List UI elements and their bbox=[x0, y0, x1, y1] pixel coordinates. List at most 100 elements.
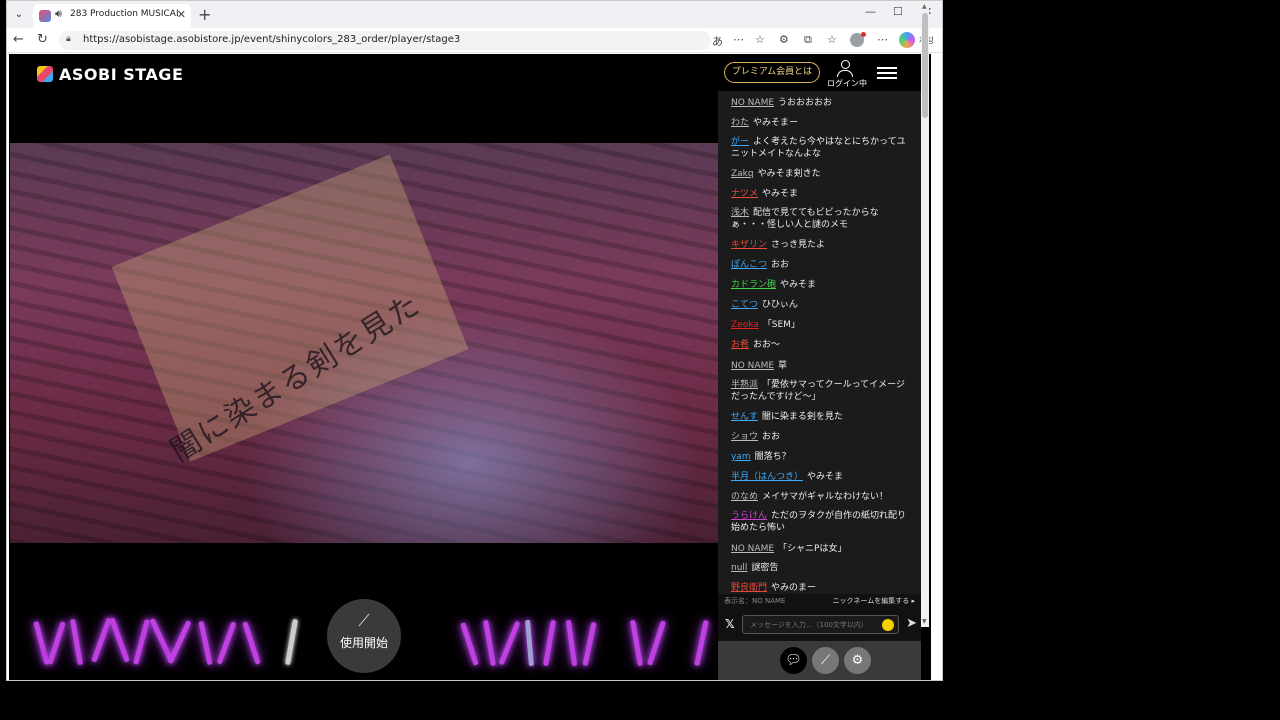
chat-user-name[interactable]: うらけん bbox=[731, 511, 767, 521]
translate-icon[interactable]: あ bbox=[712, 33, 723, 49]
chat-user-name[interactable]: 半熟派 bbox=[731, 380, 758, 390]
chat-toggle-icon[interactable]: 💬︎ bbox=[780, 647, 807, 674]
chat-panel[interactable]: NO NAME うおおおおお わた やみそまー がー よく考えたら今やはなとにちかって… bbox=[718, 91, 921, 643]
reload-icon[interactable]: ↻ bbox=[37, 32, 48, 47]
scroll-down-icon[interactable]: ▼ bbox=[922, 618, 927, 625]
chat-user-name[interactable]: ぽんこつ bbox=[731, 260, 767, 270]
scroll-thumb[interactable] bbox=[922, 13, 928, 118]
chat-message: 半熟派 「愛依サマってクールってイメージだったんですけど〜」 bbox=[731, 380, 905, 402]
chat-message: わた やみそまー bbox=[731, 118, 799, 128]
favorite-star-icon[interactable]: ☆ bbox=[755, 33, 765, 46]
browser-tab[interactable]: 🔊︎ 283 Production MUSICAL Perfo ✕ bbox=[33, 4, 191, 28]
chat-user-name[interactable]: ナツメ bbox=[731, 189, 758, 199]
split-screen-icon[interactable]: ⧉ bbox=[804, 33, 812, 47]
chat-message: ぽんこつ おお bbox=[731, 260, 790, 270]
chat-message: 浅木 配信で見ててもビビったからなぁ・・・怪しい人と謎のメモ bbox=[731, 208, 879, 230]
copilot-icon[interactable] bbox=[899, 32, 915, 48]
penlight-icon: ⟋ bbox=[358, 611, 370, 630]
edit-nickname-link[interactable]: ニックネームを編集する ▸ bbox=[832, 596, 915, 606]
chat-message: カドラン砲 やみそま bbox=[731, 280, 817, 290]
chat-message: null 謎密告 bbox=[731, 563, 779, 573]
chat-message: うらけん ただのヲタクが自作の紙切れ配り始めたら怖い bbox=[731, 511, 907, 533]
chat-user-name[interactable]: null bbox=[731, 563, 747, 573]
chat-message: 半月（はんつき） やみそま bbox=[731, 472, 844, 482]
chat-message: Zeoka 「SEM」 bbox=[731, 320, 800, 330]
favorites-icon[interactable]: ☆ bbox=[827, 33, 837, 46]
site-info-icon[interactable]: 🔒︎ bbox=[66, 34, 71, 44]
chat-user-name[interactable]: NO NAME bbox=[731, 98, 774, 108]
chat-message: キザリン さっき見たよ bbox=[731, 240, 826, 250]
chat-user-name[interactable]: せんす bbox=[731, 412, 758, 422]
new-tab-icon[interactable]: + bbox=[198, 5, 211, 24]
chat-user-name[interactable]: カドラン砲 bbox=[731, 280, 776, 290]
page-scrollbar[interactable]: ▲ ▼ bbox=[921, 1, 929, 627]
login-button[interactable]: ログイン中 bbox=[827, 60, 867, 88]
maximize-icon[interactable]: ☐ bbox=[893, 5, 903, 18]
chat-user-name[interactable]: こてつ bbox=[731, 300, 758, 310]
player-tools-bar: 💬︎ ⟋ ⚙ bbox=[718, 641, 921, 680]
message-placeholder: メッセージを入力...（100文字以内） bbox=[750, 621, 868, 629]
chat-message: NO NAME 「シャニPは女」 bbox=[731, 544, 847, 554]
page-content: ASOBI STAGE プレミアム会員とは ログイン中 闇に染まる剣を見た ⟋ … bbox=[9, 54, 931, 680]
user-icon bbox=[840, 60, 850, 69]
settings-more-icon[interactable]: ⋯ bbox=[877, 33, 888, 46]
chat-message: yam 闇落ち？ bbox=[731, 452, 791, 462]
scroll-up-icon[interactable]: ▲ bbox=[922, 3, 927, 10]
speaker-icon[interactable]: 🔊︎ bbox=[55, 7, 62, 21]
video-player[interactable]: 闇に染まる剣を見た bbox=[10, 143, 718, 543]
address-bar: ← ↻ 🔒︎ https://asobistage.asobistore.jp/… bbox=[7, 28, 942, 53]
chat-message: がー よく考えたら今やはなとにちかってユニットメイトなんよな bbox=[731, 137, 906, 159]
hamburger-menu-icon[interactable] bbox=[877, 67, 897, 79]
emoji-icon[interactable] bbox=[882, 619, 894, 631]
chat-user-name[interactable]: 野良衛門 bbox=[731, 583, 767, 593]
chat-user-name[interactable]: 半月（はんつき） bbox=[731, 472, 803, 482]
penlight-start-label: 使用開始 bbox=[339, 636, 388, 650]
penlight-toggle-icon[interactable]: ⟋ bbox=[812, 647, 839, 674]
chat-user-name[interactable]: キザリン bbox=[731, 240, 767, 250]
chat-input-area: 表示名：NO NAME ニックネームを編集する ▸ 𝕏 メッセージを入力...（… bbox=[718, 594, 921, 641]
chat-message: のなめ メイサマがギャルなわけない！ bbox=[731, 492, 889, 502]
penlight-start-button[interactable]: ⟋ 使用開始 bbox=[327, 599, 401, 673]
chat-user-name[interactable]: わた bbox=[731, 118, 749, 128]
browser-window: ⌄ 🔊︎ 283 Production MUSICAL Perfo ✕ + — … bbox=[6, 0, 943, 681]
chat-message: お肴 おお〜 bbox=[731, 340, 781, 350]
x-share-icon[interactable]: 𝕏 bbox=[725, 617, 735, 631]
chat-message: ショウ おお bbox=[731, 432, 781, 442]
url-text: https://asobistage.asobistore.jp/event/s… bbox=[83, 34, 461, 45]
send-icon[interactable]: ➤ bbox=[906, 616, 917, 631]
nickname-label: 表示名：NO NAME bbox=[724, 597, 786, 605]
chat-user-name[interactable]: Zeoka bbox=[731, 320, 759, 330]
chat-user-name[interactable]: NO NAME bbox=[731, 544, 774, 554]
login-label: ログイン中 bbox=[827, 79, 867, 88]
message-input[interactable]: メッセージを入力...（100文字以内） bbox=[742, 615, 899, 634]
chat-message: せんす 闇に染まる剣を見た bbox=[731, 412, 843, 422]
chat-user-name[interactable]: Zakq bbox=[731, 169, 754, 179]
settings-gear-icon[interactable]: ⚙ bbox=[844, 647, 871, 674]
url-field[interactable]: 🔒︎ https://asobistage.asobistore.jp/even… bbox=[59, 31, 711, 50]
tab-list-dropdown-icon[interactable]: ⌄ bbox=[11, 7, 27, 23]
tab-bar: ⌄ 🔊︎ 283 Production MUSICAL Perfo ✕ + — … bbox=[7, 1, 942, 28]
chat-message: NO NAME うおおおおお bbox=[731, 98, 833, 108]
chat-message: 野良衛門 やみのまー bbox=[731, 583, 817, 593]
chat-user-name[interactable]: お肴 bbox=[731, 340, 749, 350]
chat-user-name[interactable]: NO NAME bbox=[731, 361, 774, 371]
chat-user-name[interactable]: yam bbox=[731, 452, 751, 462]
back-icon[interactable]: ← bbox=[13, 32, 24, 47]
chat-message: こてつ ひひぃん bbox=[731, 300, 798, 310]
chat-user-name[interactable]: 浅木 bbox=[731, 208, 749, 218]
chat-user-name[interactable]: ショウ bbox=[731, 432, 758, 442]
minimize-icon[interactable]: — bbox=[865, 5, 876, 18]
profile-avatar[interactable] bbox=[850, 32, 866, 47]
premium-button[interactable]: プレミアム会員とは bbox=[724, 62, 820, 83]
favicon-icon bbox=[39, 10, 51, 22]
close-tab-icon[interactable]: ✕ bbox=[177, 8, 186, 21]
chat-message: Zakq やみそま剣きた bbox=[731, 169, 821, 179]
brand-logo[interactable]: ASOBI STAGE bbox=[37, 64, 184, 84]
more-tools-icon[interactable]: ⋯ bbox=[733, 33, 744, 46]
chat-message: ナツメ やみそま bbox=[731, 189, 799, 199]
chat-message: NO NAME 草 bbox=[731, 361, 788, 371]
chat-user-name[interactable]: がー bbox=[731, 137, 749, 147]
brand-name: ASOBI STAGE bbox=[59, 64, 184, 84]
extensions-icon[interactable]: ⚙ bbox=[779, 33, 789, 46]
chat-user-name[interactable]: のなめ bbox=[731, 492, 758, 502]
